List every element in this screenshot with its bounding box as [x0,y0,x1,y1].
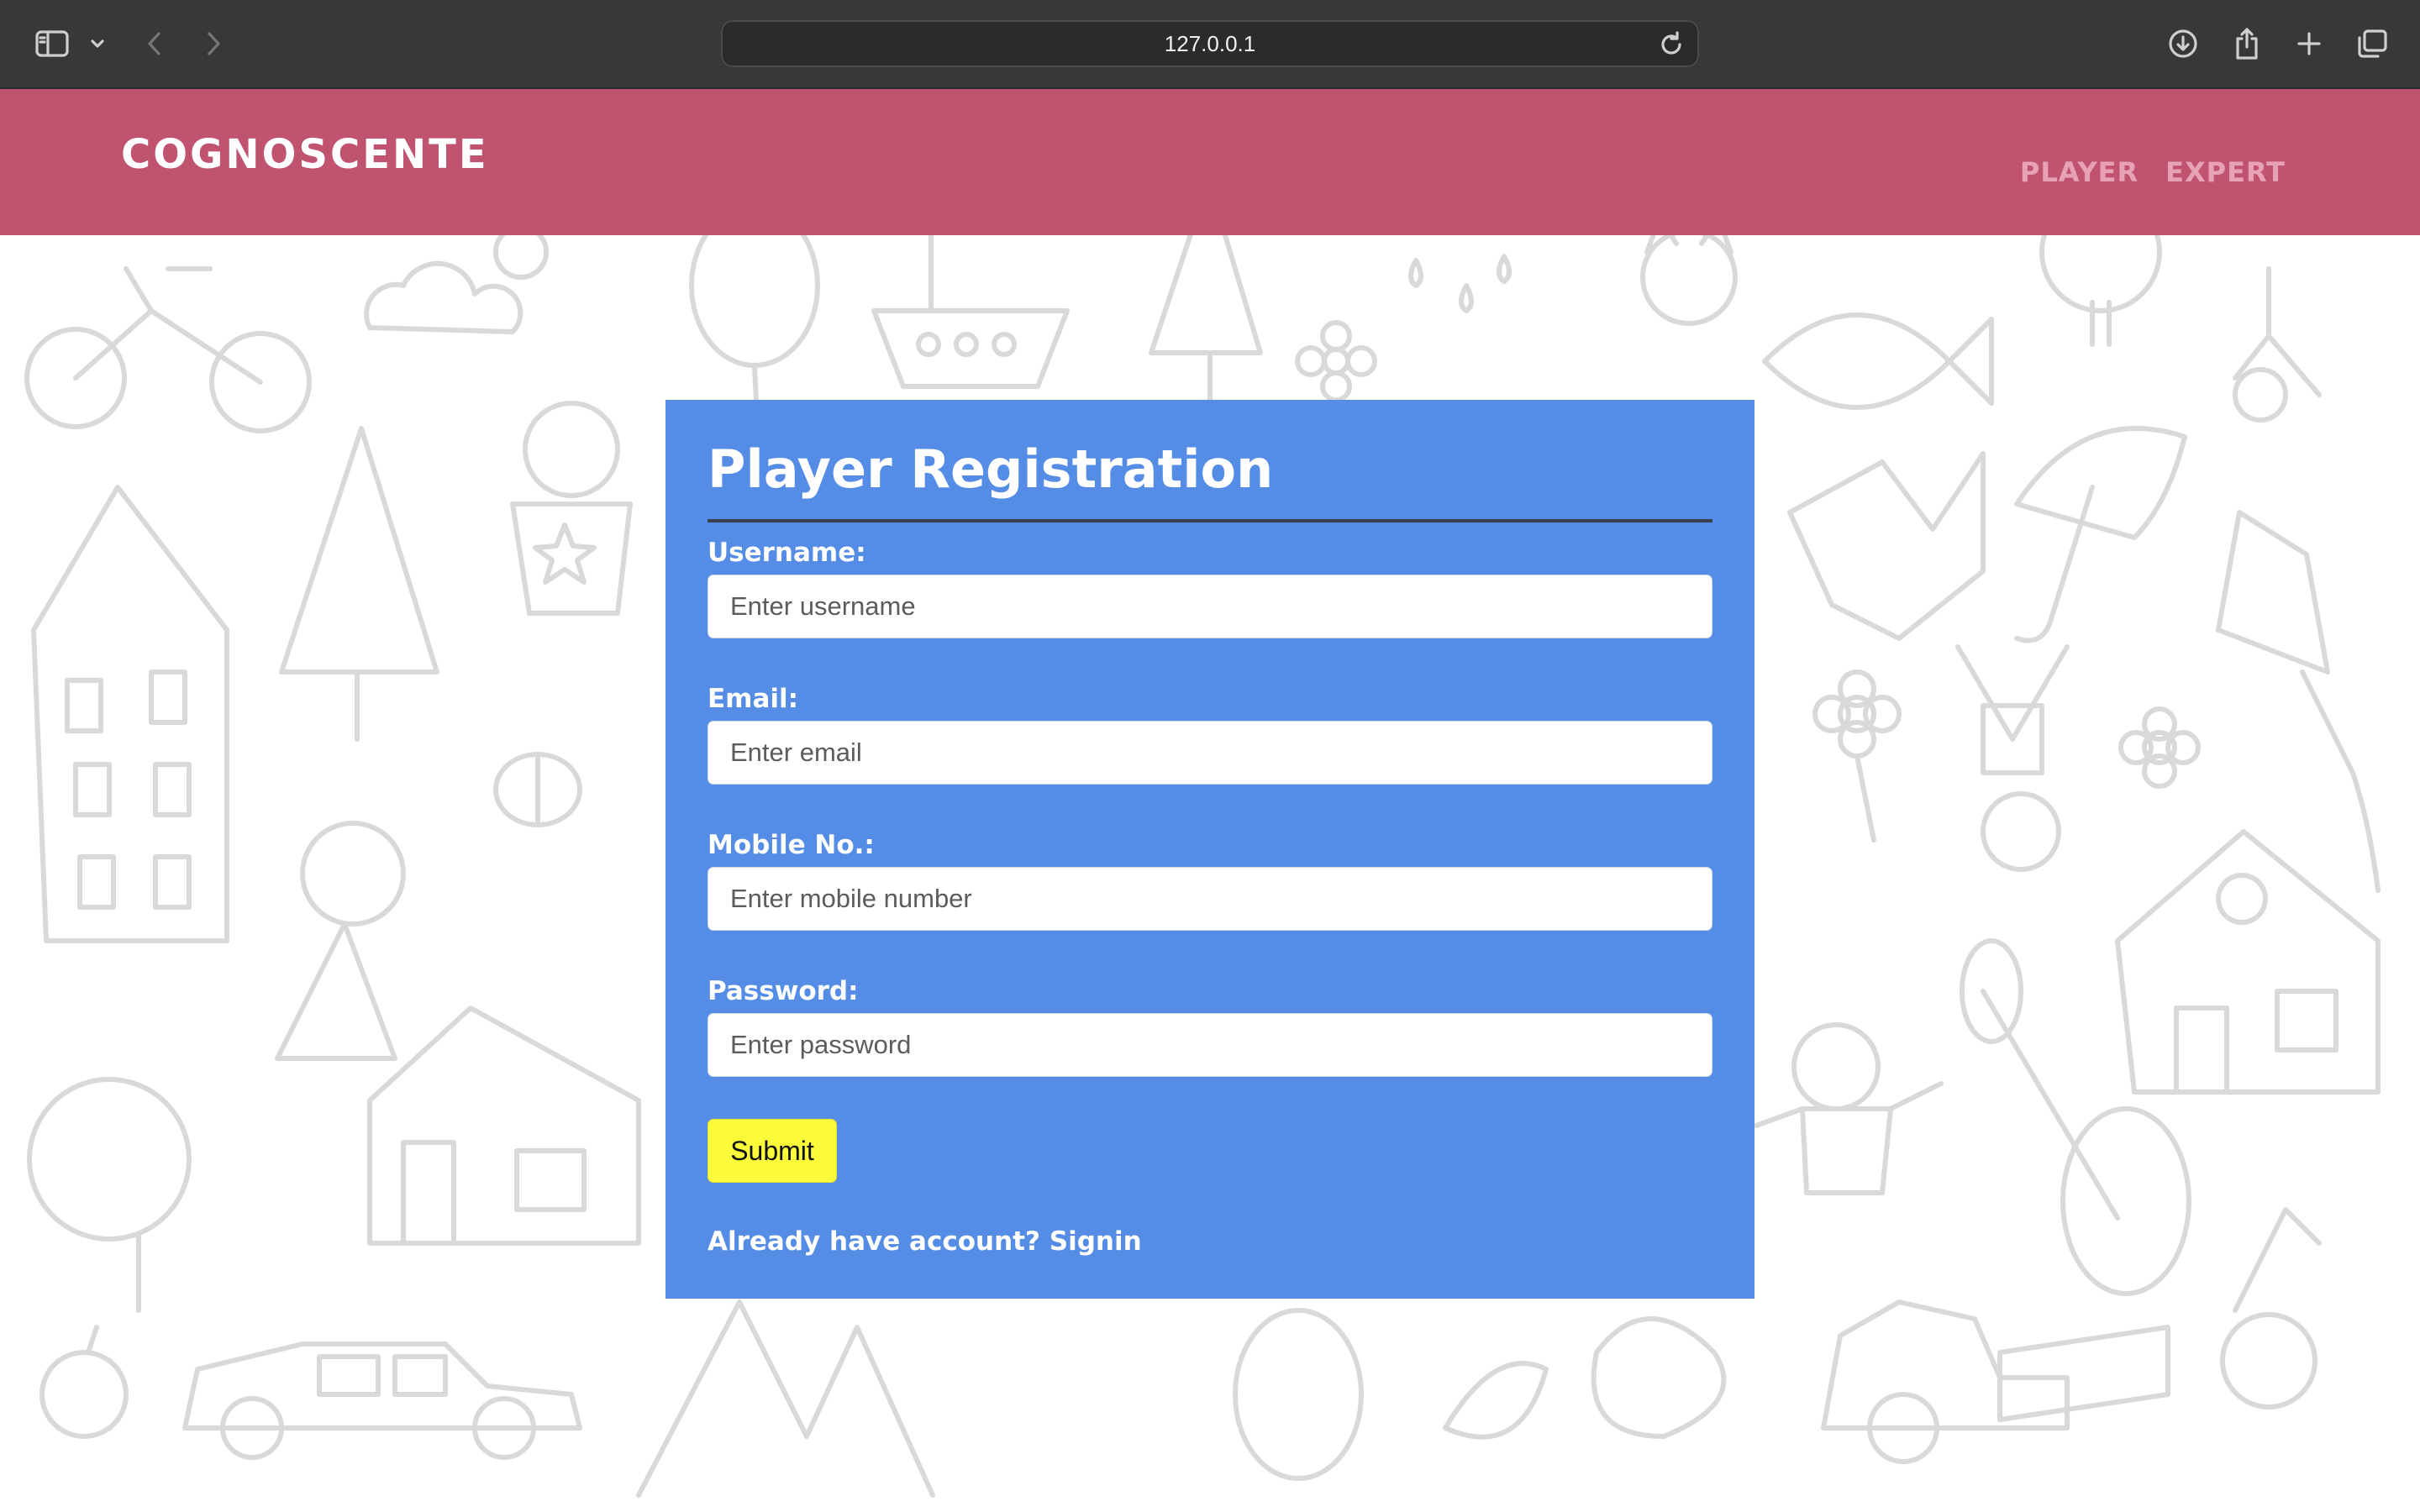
main-nav: PLAYER EXPERT [2020,156,2286,188]
title-divider [708,519,1712,522]
new-tab-icon[interactable] [2292,22,2326,66]
password-label: Password: [708,976,859,1006]
submit-button[interactable]: Submit [708,1119,837,1183]
email-input[interactable] [708,721,1712,785]
reload-icon[interactable] [1657,30,1686,59]
sidebar-toggle-icon[interactable] [32,22,72,66]
username-label: Username: [708,538,866,568]
username-input[interactable] [708,575,1712,638]
tab-overview-icon[interactable] [2354,22,2390,66]
password-input[interactable] [708,1013,1712,1077]
site-header: COGNOSCENTE PLAYER EXPERT [0,89,2420,235]
email-label: Email: [708,684,799,714]
address-url: 127.0.0.1 [1164,30,1256,56]
mobile-input[interactable] [708,867,1712,931]
chevron-down-icon[interactable] [86,22,109,66]
brand-logo[interactable]: COGNOSCENTE [121,131,489,178]
back-icon[interactable] [139,22,170,66]
address-bar[interactable]: 127.0.0.1 [721,20,1699,67]
browser-toolbar: 127.0.0.1 [0,0,2420,89]
email-group: Email: [708,684,1712,785]
forward-icon[interactable] [198,22,229,66]
username-group: Username: [708,538,1712,638]
download-icon[interactable] [2166,22,2200,66]
password-group: Password: [708,976,1712,1077]
form-title: Player Registration [708,438,1274,500]
mobile-group: Mobile No.: [708,830,1712,931]
mobile-label: Mobile No.: [708,830,875,860]
share-icon[interactable] [2230,22,2264,66]
signin-link[interactable]: Already have account? Signin [708,1226,1712,1257]
registration-card: Player Registration Username: Email: Mob… [666,400,1754,1299]
nav-link-player[interactable]: PLAYER [2020,156,2139,188]
nav-link-expert[interactable]: EXPERT [2165,156,2286,188]
